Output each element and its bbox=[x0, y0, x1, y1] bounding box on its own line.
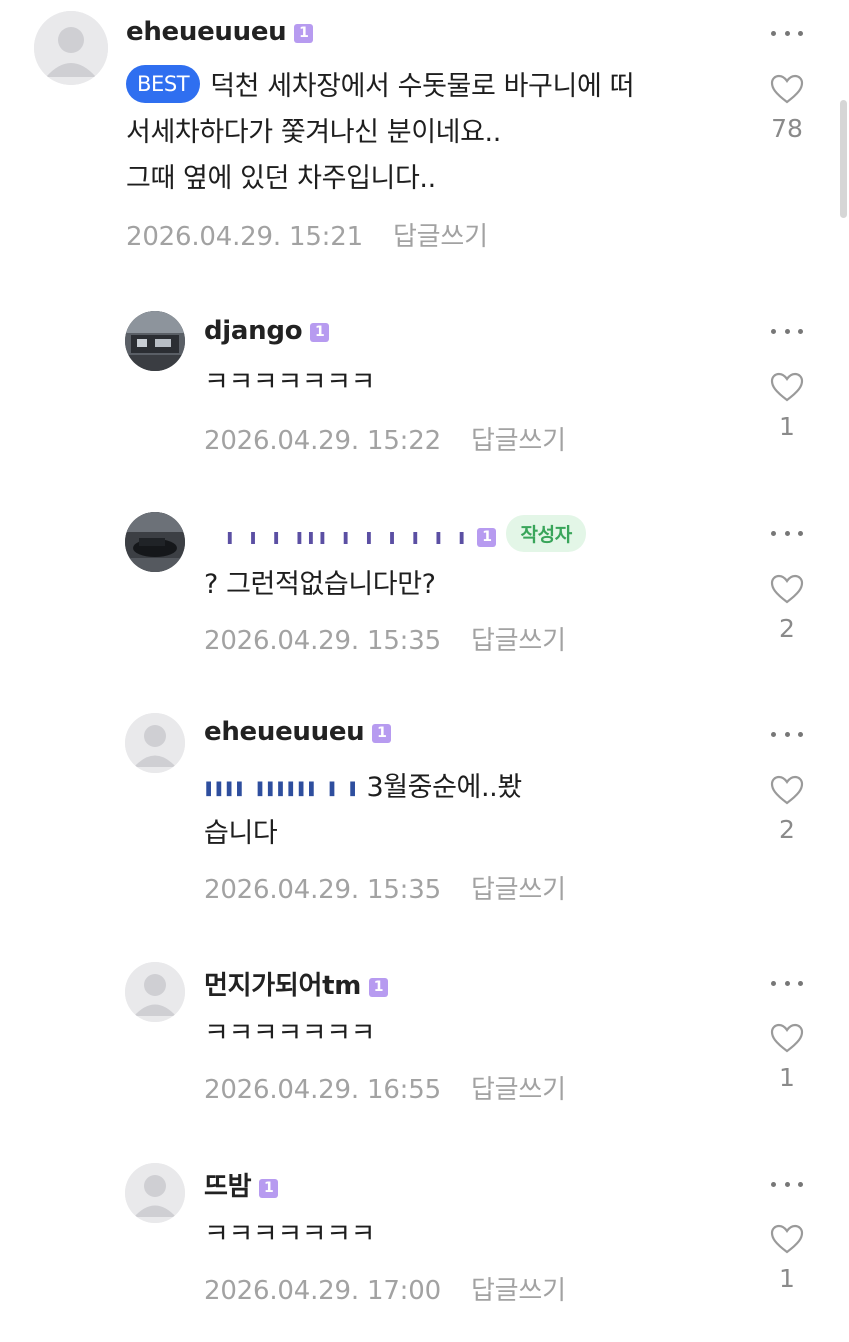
mention-tag[interactable]: ıııı ıııııı ı ı bbox=[204, 772, 358, 803]
reply-button[interactable]: 답글쓰기 bbox=[471, 1276, 566, 1306]
author-name[interactable]: 뜨밤 bbox=[204, 1172, 252, 1202]
comment-date: 2026.04.29. 15:35 bbox=[204, 875, 441, 905]
more-dots-icon[interactable] bbox=[771, 729, 803, 739]
comment-text: BEST 덕천 세차장에서 수돗물로 바구니에 떠 서세차하다가 쫓겨나신 분이네… bbox=[126, 64, 746, 202]
author-name[interactable]: ı ı ı ııı ı ı ı ı ı ı bbox=[226, 525, 469, 550]
comment-line: ㅋㅋㅋㅋㅋㅋㅋ bbox=[204, 1219, 376, 1250]
avatar[interactable] bbox=[125, 962, 185, 1022]
comment-meta: 2026.04.29. 16:55 답글쓰기 bbox=[204, 1069, 566, 1106]
reply-button[interactable]: 답글쓰기 bbox=[471, 1075, 566, 1105]
comment-date: 2026.04.29. 15:35 bbox=[204, 626, 441, 656]
default-avatar-icon bbox=[125, 962, 185, 1022]
comment-text: ㅋㅋㅋㅋㅋㅋㅋ bbox=[204, 360, 744, 406]
author-name[interactable]: django bbox=[204, 316, 303, 346]
more-dots-icon[interactable] bbox=[771, 978, 803, 988]
like-count: 1 bbox=[779, 412, 795, 441]
avatar[interactable] bbox=[125, 512, 185, 572]
comment-author[interactable]: ı ı ı ııı ı ı ı ı ı ı 1 작성자 bbox=[226, 515, 586, 552]
comment-line: 습니다 bbox=[204, 818, 278, 849]
comment-line: BEST 덕천 세차장에서 수돗물로 바구니에 떠 bbox=[126, 64, 746, 110]
comment-author[interactable]: eheueuueu 1 bbox=[126, 17, 314, 47]
comment-text: ㅋㅋㅋㅋㅋㅋㅋ bbox=[204, 1011, 744, 1057]
level-badge: 1 bbox=[372, 724, 392, 743]
comment-meta: 2026.04.29. 15:21 답글쓰기 bbox=[126, 216, 488, 253]
reply-button[interactable]: 답글쓰기 bbox=[471, 875, 566, 905]
comment-author[interactable]: 먼지가되어tm 1 bbox=[204, 965, 389, 1002]
more-dots-icon[interactable] bbox=[771, 528, 803, 538]
comment-meta: 2026.04.29. 15:22 답글쓰기 bbox=[204, 420, 566, 457]
more-dots-icon[interactable] bbox=[771, 1179, 803, 1189]
default-avatar-icon bbox=[125, 713, 185, 773]
comment-author[interactable]: 뜨밤 1 bbox=[204, 1166, 279, 1203]
level-badge: 1 bbox=[477, 528, 497, 547]
comment-line: ㅋㅋㅋㅋㅋㅋㅋ bbox=[204, 367, 376, 398]
author-name[interactable]: eheueuueu bbox=[204, 717, 365, 747]
heart-icon bbox=[770, 775, 804, 805]
more-dots-icon[interactable] bbox=[771, 28, 803, 38]
like-button[interactable]: 2 bbox=[762, 775, 812, 844]
default-avatar-icon bbox=[34, 11, 108, 85]
like-count: 1 bbox=[779, 1264, 795, 1293]
avatar[interactable] bbox=[125, 311, 185, 371]
like-button[interactable]: 1 bbox=[762, 372, 812, 441]
heart-icon bbox=[770, 574, 804, 604]
like-count: 2 bbox=[779, 815, 795, 844]
scrollbar[interactable] bbox=[840, 100, 847, 218]
like-count: 1 bbox=[779, 1063, 795, 1092]
comment-date: 2026.04.29. 17:00 bbox=[204, 1276, 441, 1306]
comment-text: ㅋㅋㅋㅋㅋㅋㅋ bbox=[204, 1212, 744, 1258]
comment-date: 2026.04.29. 15:21 bbox=[126, 222, 363, 252]
heart-icon bbox=[770, 74, 804, 104]
level-badge: 1 bbox=[310, 323, 330, 342]
comment-date: 2026.04.29. 15:22 bbox=[204, 426, 441, 456]
like-count: 2 bbox=[779, 614, 795, 643]
reply-button[interactable]: 답글쓰기 bbox=[393, 222, 488, 252]
level-badge: 1 bbox=[259, 1179, 279, 1198]
comment-meta: 2026.04.29. 15:35 답글쓰기 bbox=[204, 620, 566, 657]
default-avatar-icon bbox=[125, 1163, 185, 1223]
level-badge: 1 bbox=[294, 24, 314, 43]
comment-meta: 2026.04.29. 17:00 답글쓰기 bbox=[204, 1270, 566, 1307]
best-badge: BEST bbox=[126, 65, 201, 103]
comment-line: 서세차하다가 쫓겨나신 분이네요.. bbox=[126, 117, 501, 148]
comment-line: ? 그런적없습니다만? bbox=[204, 569, 436, 600]
author-name[interactable]: eheueuueu bbox=[126, 17, 287, 47]
comment-line: 그때 옆에 있던 차주입니다.. bbox=[126, 163, 436, 194]
comment-date: 2026.04.29. 16:55 bbox=[204, 1075, 441, 1105]
avatar[interactable] bbox=[125, 1163, 185, 1223]
comment-text: ? 그런적없습니다만? bbox=[204, 562, 744, 608]
comment-author[interactable]: eheueuueu 1 bbox=[204, 717, 392, 747]
heart-icon bbox=[770, 372, 804, 402]
like-button[interactable]: 2 bbox=[762, 574, 812, 643]
avatar[interactable] bbox=[125, 713, 185, 773]
reply-button[interactable]: 답글쓰기 bbox=[471, 626, 566, 656]
comment-meta: 2026.04.29. 15:35 답글쓰기 bbox=[204, 869, 566, 906]
comment-line: ıııı ıııııı ı ı 3월중순에..봤 bbox=[204, 772, 522, 803]
reply-button[interactable]: 답글쓰기 bbox=[471, 426, 566, 456]
profile-photo-icon bbox=[125, 311, 185, 371]
like-button[interactable]: 1 bbox=[762, 1224, 812, 1293]
more-dots-icon[interactable] bbox=[771, 326, 803, 336]
comment-text: ıııı ıııııı ı ı 3월중순에..봤 습니다 bbox=[204, 765, 744, 857]
profile-photo-icon bbox=[125, 512, 185, 572]
author-badge: 작성자 bbox=[506, 515, 586, 552]
level-badge: 1 bbox=[369, 978, 389, 997]
comment-author[interactable]: django 1 bbox=[204, 316, 330, 346]
like-button[interactable]: 1 bbox=[762, 1023, 812, 1092]
like-button[interactable]: 78 bbox=[762, 74, 812, 143]
author-name[interactable]: 먼지가되어tm bbox=[204, 971, 361, 1001]
comment-line: ㅋㅋㅋㅋㅋㅋㅋ bbox=[204, 1018, 376, 1049]
avatar[interactable] bbox=[34, 11, 108, 85]
heart-icon bbox=[770, 1023, 804, 1053]
like-count: 78 bbox=[771, 114, 803, 143]
heart-icon bbox=[770, 1224, 804, 1254]
